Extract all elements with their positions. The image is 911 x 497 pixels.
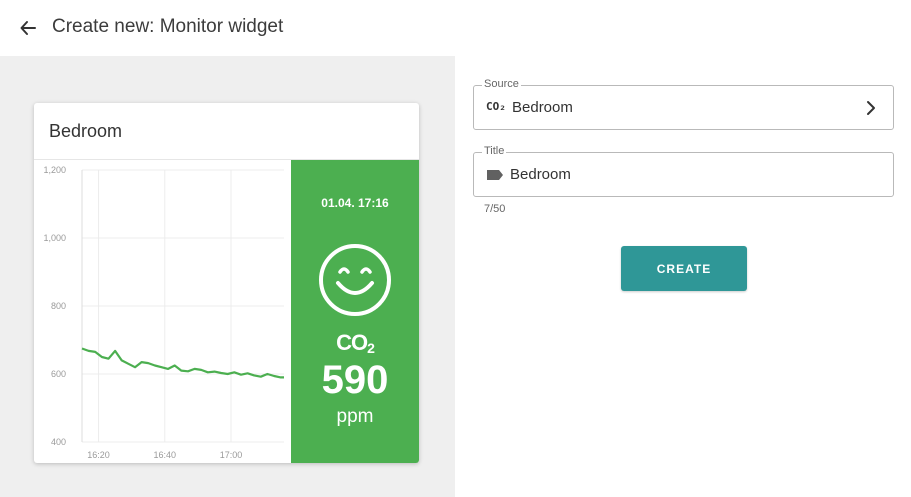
- title-field[interactable]: Title: [473, 145, 894, 197]
- co2-history-chart: 400 600 800 1,000 1,200 16:20 16:40 17:00: [34, 160, 291, 463]
- title-char-counter: 7/50: [484, 203, 506, 215]
- co2-label: CO2: [291, 330, 419, 356]
- co2-unit: ppm: [336, 406, 374, 427]
- chevron-right-icon: [867, 101, 875, 115]
- title-input[interactable]: [510, 166, 870, 183]
- chart-svg: 400 600 800 1,000 1,200 16:20 16:40 17:00: [43, 165, 284, 460]
- timestamp: 01.04. 17:16: [321, 196, 389, 210]
- widget-preview-area: Bedroom 400 600 800 1,000 1,200 16:20 16:40 17:…: [0, 56, 455, 497]
- co2-label-text: CO: [336, 330, 368, 355]
- create-button[interactable]: CREATE: [621, 246, 747, 291]
- top-bar: Create new: Monitor widget: [0, 0, 911, 56]
- co2-sensor-icon: CO₂: [486, 100, 506, 113]
- x-tick-label: 16:20: [87, 450, 110, 460]
- y-tick-label: 400: [51, 437, 66, 447]
- co2-status-panel: 01.04. 17:16 CO2 590 ppm: [291, 160, 419, 463]
- page-title: Create new: Monitor widget: [52, 16, 284, 37]
- x-tick-label: 16:40: [154, 450, 177, 460]
- y-tick-label: 1,200: [43, 165, 66, 175]
- co2-label-subscript: 2: [367, 340, 375, 356]
- y-tick-label: 800: [51, 301, 66, 311]
- x-tick-label: 17:00: [220, 450, 243, 460]
- y-tick-label: 600: [51, 369, 66, 379]
- source-value: Bedroom: [512, 99, 573, 116]
- widget-title: Bedroom: [49, 121, 123, 141]
- source-legend: Source: [482, 78, 521, 90]
- label-tag-icon: [487, 170, 503, 180]
- co2-series-line: [81, 347, 284, 379]
- source-field[interactable]: Source CO₂ Bedroom: [473, 78, 894, 130]
- co2-value: 590: [321, 358, 389, 402]
- back-button[interactable]: [14, 14, 42, 42]
- smiley-face-icon: [319, 244, 391, 316]
- title-legend: Title: [482, 145, 507, 157]
- y-tick-label: 1,000: [43, 233, 66, 243]
- arrow-left-icon: [20, 21, 36, 35]
- monitor-widget-card: Bedroom 400 600 800 1,000 1,200 16:20 16:40 17:…: [34, 103, 419, 463]
